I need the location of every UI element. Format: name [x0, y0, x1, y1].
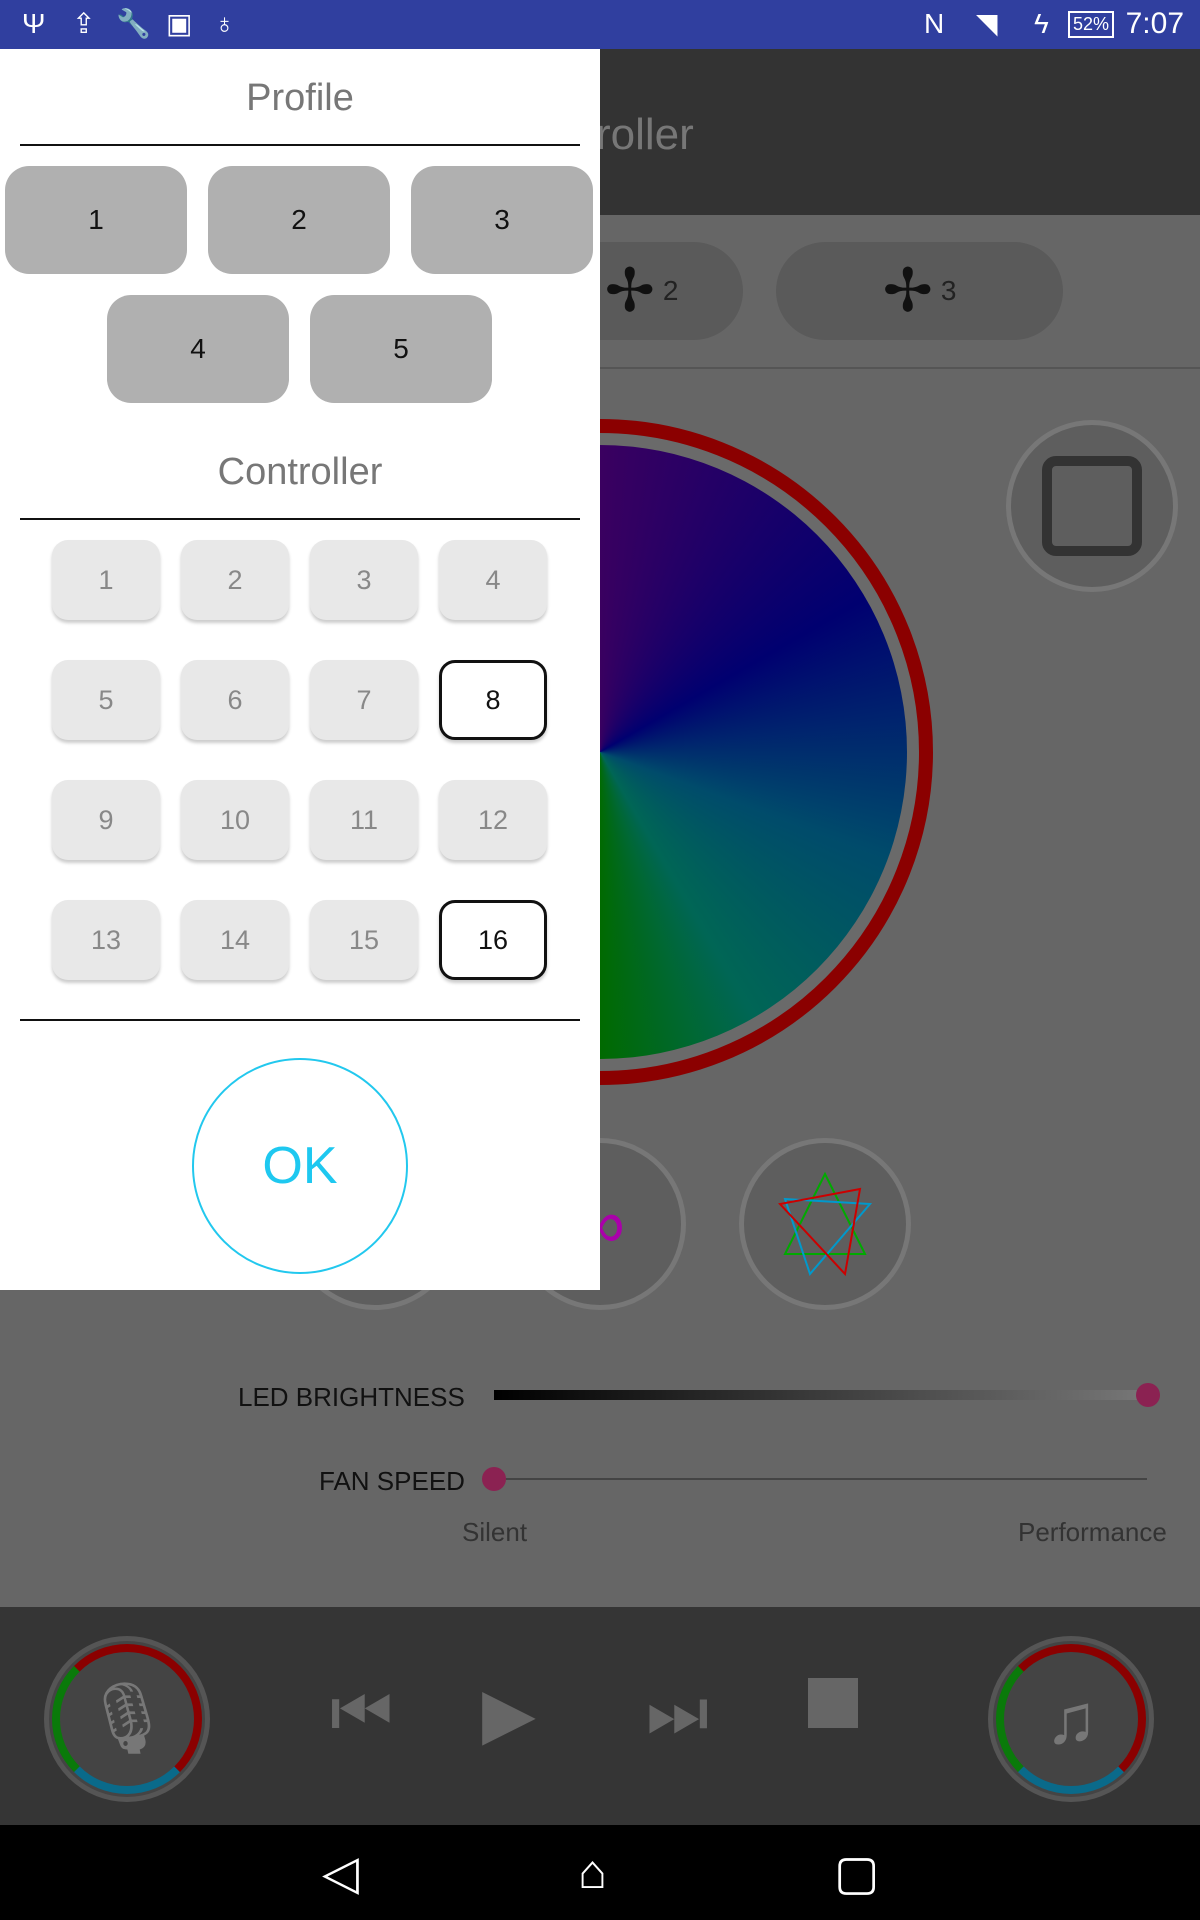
profile-button-2[interactable]: 2 — [208, 166, 390, 274]
stop-button[interactable] — [808, 1678, 858, 1728]
skip-next-icon: ⏭ — [646, 1673, 709, 1751]
profile-button-5[interactable]: 5 — [310, 295, 492, 403]
music-button[interactable]: ♫ — [988, 1636, 1154, 1802]
save-button[interactable] — [1006, 420, 1178, 592]
play-icon: ▶ — [482, 1674, 536, 1752]
previous-button[interactable]: ⏮ — [330, 1672, 393, 1754]
status-bar: Ψ ⇪ 🔧 ▣ ♁ N ◥ ϟ 52% 7:07 — [0, 0, 1200, 49]
controller-button-4[interactable]: 4 — [439, 540, 547, 620]
android-debug-icon: ♁ — [214, 8, 235, 39]
app-title: roller — [596, 110, 694, 159]
star-icon — [778, 1171, 873, 1277]
controller-button-13[interactable]: 13 — [52, 900, 160, 980]
divider — [20, 1019, 580, 1021]
divider — [600, 367, 1200, 369]
profile-button-4[interactable]: 4 — [107, 295, 289, 403]
fan-tab-3[interactable]: ✢ 3 — [776, 242, 1063, 340]
fan-speed-max-label: Performance — [1018, 1517, 1167, 1547]
controller-button-14[interactable]: 14 — [181, 900, 289, 980]
controller-button-10[interactable]: 10 — [181, 780, 289, 860]
controller-button-12[interactable]: 12 — [439, 780, 547, 860]
image-icon: ▣ — [166, 8, 193, 39]
home-button[interactable]: ⌂ — [578, 1845, 607, 1900]
back-button[interactable]: ◁ — [322, 1845, 359, 1901]
usb-icon: Ψ — [22, 8, 46, 39]
profile-button-3[interactable]: 3 — [411, 166, 593, 274]
led-brightness-thumb[interactable] — [1136, 1383, 1160, 1407]
controller-button-2[interactable]: 2 — [181, 540, 289, 620]
fan-icon: ✢ — [604, 257, 655, 324]
controller-button-1[interactable]: 1 — [52, 540, 160, 620]
play-button[interactable]: ▶ — [482, 1672, 536, 1754]
charging-icon: ϟ — [1034, 8, 1049, 39]
profile-button-1[interactable]: 1 — [5, 166, 187, 274]
wifi-icon: ◥ — [976, 8, 998, 39]
controller-title: Controller — [217, 451, 383, 493]
upload-icon: ⇪ — [72, 8, 96, 39]
led-brightness-label: LED BRIGHTNESS — [238, 1382, 465, 1412]
fan-icon: ✢ — [882, 257, 933, 324]
fan-speed-min-label: Silent — [462, 1517, 528, 1547]
microphone-icon: 🎙 — [82, 1679, 172, 1757]
controller-button-15[interactable]: 15 — [310, 900, 418, 980]
skip-previous-icon: ⏮ — [330, 1673, 393, 1751]
music-note-icon: ♫ — [1044, 1680, 1098, 1758]
controller-button-6[interactable]: 6 — [181, 660, 289, 740]
profile-title: Profile — [246, 77, 354, 119]
next-button[interactable]: ⏭ — [646, 1672, 709, 1754]
led-brightness-slider[interactable] — [494, 1390, 1147, 1400]
controller-button-16[interactable]: 16 — [439, 900, 547, 980]
fan-speed-label: FAN SPEED — [319, 1466, 465, 1496]
controller-button-5[interactable]: 5 — [52, 660, 160, 740]
ok-button[interactable]: OK — [192, 1058, 408, 1274]
battery-level: 52% — [1067, 11, 1114, 38]
controller-button-8[interactable]: 8 — [439, 660, 547, 740]
controller-button-11[interactable]: 11 — [310, 780, 418, 860]
controller-button-7[interactable]: 7 — [310, 660, 418, 740]
divider — [20, 518, 580, 520]
fan-speed-slider[interactable] — [494, 1478, 1147, 1480]
controller-button-9[interactable]: 9 — [52, 780, 160, 860]
fan-speed-thumb[interactable] — [482, 1467, 506, 1491]
nfc-icon: N — [924, 8, 945, 39]
effect-button-star[interactable] — [739, 1138, 911, 1310]
profile-controller-dialog: Profile 12345 Controller 1 2 3 4 5 6 7 8 9 10 11 12… — [0, 49, 600, 1290]
recents-button[interactable]: ▢ — [834, 1845, 879, 1901]
navigation-bar: ◁ ⌂ ▢ — [0, 1825, 1200, 1920]
clock: 7:07 — [1125, 7, 1184, 40]
controller-button-3[interactable]: 3 — [310, 540, 418, 620]
microphone-button[interactable]: 🎙 — [44, 1636, 210, 1802]
floppy-disk-icon — [1042, 456, 1142, 556]
wrench-icon: 🔧 — [116, 8, 151, 39]
divider — [20, 144, 580, 146]
